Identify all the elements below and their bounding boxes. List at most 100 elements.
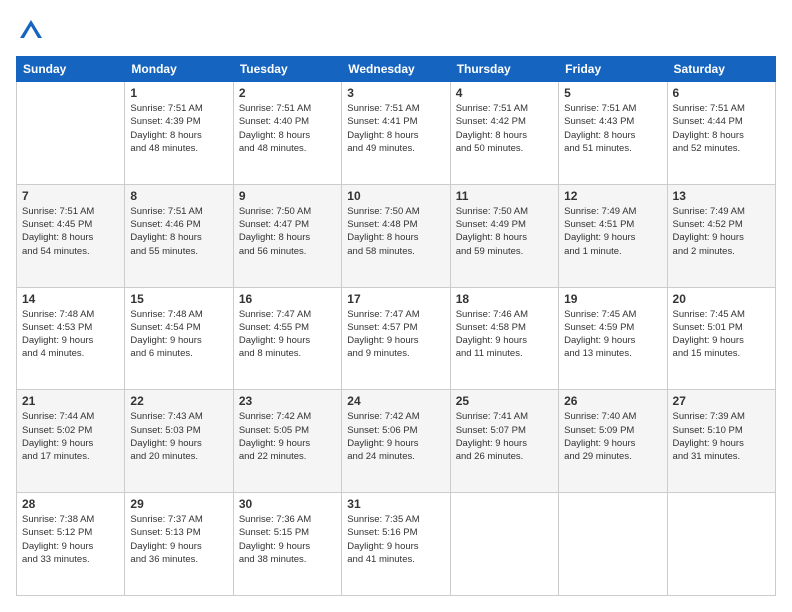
calendar-cell: 23Sunrise: 7:42 AMSunset: 5:05 PMDayligh… — [233, 390, 341, 493]
day-number: 31 — [347, 497, 444, 511]
day-number: 19 — [564, 292, 661, 306]
day-info: Sunrise: 7:44 AMSunset: 5:02 PMDaylight:… — [22, 410, 119, 463]
day-info: Sunrise: 7:51 AMSunset: 4:41 PMDaylight:… — [347, 102, 444, 155]
calendar-cell — [559, 493, 667, 596]
day-number: 8 — [130, 189, 227, 203]
calendar-cell: 8 Sunrise: 7:51 AMSunset: 4:46 PMDaylight… — [125, 184, 233, 287]
calendar-cell: 24 Sunrise: 7:42 AMSunset: 5:06 PMDayligh… — [342, 390, 450, 493]
day-info: Sunrise: 7:42 AMSunset: 5:06 PMDaylight:… — [347, 410, 444, 463]
day-info: Sunrise: 7:36 AMSunset: 5:15 PMDaylight:… — [239, 513, 336, 566]
day-info: Sunrise: 7:46 AMSunset: 4:58 PMDaylight:… — [456, 308, 553, 361]
day-number: 29 — [130, 497, 227, 511]
day-number: 25 — [456, 394, 553, 408]
weekday-header-thursday: Thursday — [450, 57, 558, 82]
calendar-table: SundayMondayTuesdayWednesdayThursdayFrid… — [16, 56, 776, 596]
calendar-cell: 14 Sunrise: 7:48 AMSunset: 4:53 PMDayligh… — [17, 287, 125, 390]
day-info: Sunrise: 7:41 AMSunset: 5:07 PMDaylight:… — [456, 410, 553, 463]
day-info: Sunrise: 7:51 AMSunset: 4:44 PMDaylight:… — [673, 102, 770, 155]
calendar-cell: 19 Sunrise: 7:45 AMSunset: 4:59 PMDayligh… — [559, 287, 667, 390]
day-number: 4 — [456, 86, 553, 100]
day-number: 11 — [456, 189, 553, 203]
day-number: 28 — [22, 497, 119, 511]
calendar-cell: 9Sunrise: 7:50 AMSunset: 4:47 PMDaylight… — [233, 184, 341, 287]
calendar-cell: 3Sunrise: 7:51 AMSunset: 4:41 PMDaylight… — [342, 82, 450, 185]
calendar-cell: 2Sunrise: 7:51 AMSunset: 4:40 PMDaylight… — [233, 82, 341, 185]
day-info: Sunrise: 7:45 AMSunset: 4:59 PMDaylight:… — [564, 308, 661, 361]
week-row-2: 7 Sunrise: 7:51 AMSunset: 4:45 PMDaylight… — [17, 184, 776, 287]
day-info: Sunrise: 7:51 AMSunset: 4:46 PMDaylight:… — [130, 205, 227, 258]
day-info: Sunrise: 7:51 AMSunset: 4:39 PMDaylight:… — [130, 102, 227, 155]
day-info: Sunrise: 7:48 AMSunset: 4:53 PMDaylight:… — [22, 308, 119, 361]
calendar-cell: 20 Sunrise: 7:45 AMSunset: 5:01 PMDayligh… — [667, 287, 775, 390]
calendar-cell: 12 Sunrise: 7:49 AMSunset: 4:51 PMDayligh… — [559, 184, 667, 287]
day-number: 2 — [239, 86, 336, 100]
day-info: Sunrise: 7:50 AMSunset: 4:47 PMDaylight:… — [239, 205, 336, 258]
weekday-header-friday: Friday — [559, 57, 667, 82]
day-info: Sunrise: 7:42 AMSunset: 5:05 PMDaylight:… — [239, 410, 336, 463]
calendar-cell — [450, 493, 558, 596]
day-number: 16 — [239, 292, 336, 306]
weekday-header-monday: Monday — [125, 57, 233, 82]
day-number: 5 — [564, 86, 661, 100]
day-number: 26 — [564, 394, 661, 408]
calendar-cell: 18 Sunrise: 7:46 AMSunset: 4:58 PMDayligh… — [450, 287, 558, 390]
calendar-cell: 27Sunrise: 7:39 AMSunset: 5:10 PMDayligh… — [667, 390, 775, 493]
day-number: 13 — [673, 189, 770, 203]
calendar-cell — [667, 493, 775, 596]
calendar-cell: 31Sunrise: 7:35 AMSunset: 5:16 PMDayligh… — [342, 493, 450, 596]
day-number: 24 — [347, 394, 444, 408]
weekday-header-saturday: Saturday — [667, 57, 775, 82]
day-number: 18 — [456, 292, 553, 306]
day-info: Sunrise: 7:51 AMSunset: 4:42 PMDaylight:… — [456, 102, 553, 155]
day-info: Sunrise: 7:37 AMSunset: 5:13 PMDaylight:… — [130, 513, 227, 566]
calendar-cell: 21 Sunrise: 7:44 AMSunset: 5:02 PMDayligh… — [17, 390, 125, 493]
weekday-header-sunday: Sunday — [17, 57, 125, 82]
week-row-4: 21 Sunrise: 7:44 AMSunset: 5:02 PMDayligh… — [17, 390, 776, 493]
calendar-cell: 7 Sunrise: 7:51 AMSunset: 4:45 PMDaylight… — [17, 184, 125, 287]
day-info: Sunrise: 7:38 AMSunset: 5:12 PMDaylight:… — [22, 513, 119, 566]
calendar-cell: 10 Sunrise: 7:50 AMSunset: 4:48 PMDayligh… — [342, 184, 450, 287]
calendar-cell: 25 Sunrise: 7:41 AMSunset: 5:07 PMDayligh… — [450, 390, 558, 493]
header — [16, 16, 776, 46]
day-number: 15 — [130, 292, 227, 306]
week-row-5: 28 Sunrise: 7:38 AMSunset: 5:12 PMDayligh… — [17, 493, 776, 596]
week-row-3: 14 Sunrise: 7:48 AMSunset: 4:53 PMDayligh… — [17, 287, 776, 390]
calendar-cell: 4 Sunrise: 7:51 AMSunset: 4:42 PMDaylight… — [450, 82, 558, 185]
day-number: 14 — [22, 292, 119, 306]
day-info: Sunrise: 7:49 AMSunset: 4:51 PMDaylight:… — [564, 205, 661, 258]
calendar-page: SundayMondayTuesdayWednesdayThursdayFrid… — [0, 0, 792, 612]
day-number: 1 — [130, 86, 227, 100]
day-info: Sunrise: 7:51 AMSunset: 4:43 PMDaylight:… — [564, 102, 661, 155]
calendar-cell: 15 Sunrise: 7:48 AMSunset: 4:54 PMDayligh… — [125, 287, 233, 390]
day-number: 6 — [673, 86, 770, 100]
day-number: 10 — [347, 189, 444, 203]
weekday-header-row: SundayMondayTuesdayWednesdayThursdayFrid… — [17, 57, 776, 82]
calendar-cell: 11 Sunrise: 7:50 AMSunset: 4:49 PMDayligh… — [450, 184, 558, 287]
weekday-header-tuesday: Tuesday — [233, 57, 341, 82]
day-number: 20 — [673, 292, 770, 306]
logo — [16, 16, 50, 46]
day-info: Sunrise: 7:51 AMSunset: 4:45 PMDaylight:… — [22, 205, 119, 258]
calendar-cell — [17, 82, 125, 185]
day-info: Sunrise: 7:43 AMSunset: 5:03 PMDaylight:… — [130, 410, 227, 463]
day-number: 22 — [130, 394, 227, 408]
calendar-cell: 30 Sunrise: 7:36 AMSunset: 5:15 PMDayligh… — [233, 493, 341, 596]
calendar-cell: 16Sunrise: 7:47 AMSunset: 4:55 PMDayligh… — [233, 287, 341, 390]
calendar-cell: 22 Sunrise: 7:43 AMSunset: 5:03 PMDayligh… — [125, 390, 233, 493]
day-info: Sunrise: 7:49 AMSunset: 4:52 PMDaylight:… — [673, 205, 770, 258]
calendar-cell: 28 Sunrise: 7:38 AMSunset: 5:12 PMDayligh… — [17, 493, 125, 596]
weekday-header-wednesday: Wednesday — [342, 57, 450, 82]
calendar-cell: 13 Sunrise: 7:49 AMSunset: 4:52 PMDayligh… — [667, 184, 775, 287]
calendar-cell: 17Sunrise: 7:47 AMSunset: 4:57 PMDayligh… — [342, 287, 450, 390]
day-info: Sunrise: 7:45 AMSunset: 5:01 PMDaylight:… — [673, 308, 770, 361]
day-number: 7 — [22, 189, 119, 203]
day-info: Sunrise: 7:50 AMSunset: 4:49 PMDaylight:… — [456, 205, 553, 258]
day-number: 30 — [239, 497, 336, 511]
day-info: Sunrise: 7:50 AMSunset: 4:48 PMDaylight:… — [347, 205, 444, 258]
calendar-cell: 6 Sunrise: 7:51 AMSunset: 4:44 PMDaylight… — [667, 82, 775, 185]
calendar-cell: 29 Sunrise: 7:37 AMSunset: 5:13 PMDayligh… — [125, 493, 233, 596]
day-number: 21 — [22, 394, 119, 408]
calendar-cell: 5 Sunrise: 7:51 AMSunset: 4:43 PMDaylight… — [559, 82, 667, 185]
day-number: 12 — [564, 189, 661, 203]
day-info: Sunrise: 7:48 AMSunset: 4:54 PMDaylight:… — [130, 308, 227, 361]
